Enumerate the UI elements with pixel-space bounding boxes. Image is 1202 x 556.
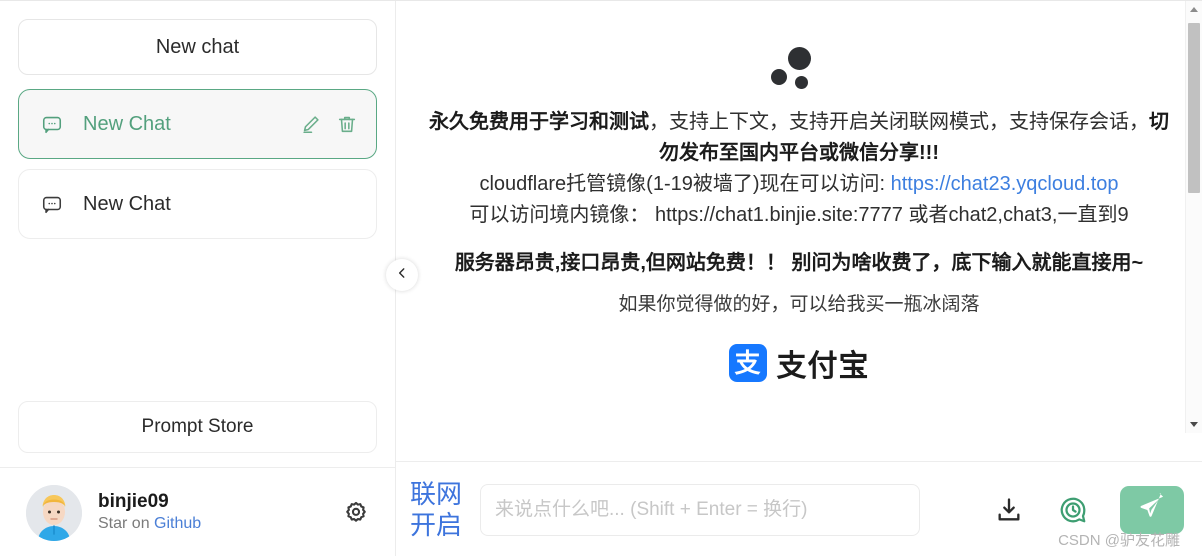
composer-actions [992,485,1184,534]
welcome-message: 永久免费用于学习和测试，支持上下文，支持开启关闭联网模式，支持保存会话，切勿发布… [429,1,1169,385]
trash-icon[interactable] [336,113,358,135]
chat-app-window: New chat New Chat New Chat Prompt Store … [0,0,1202,556]
network-toggle-line-1: 联网 [410,478,463,509]
logo-dot-medium [771,69,787,85]
alipay-row: 支 支付宝 [429,341,1169,385]
welcome-line-5: 如果你觉得做的好，可以给我买一瓶冰阔落 [618,294,980,315]
chat-list-item-active[interactable]: New Chat [18,89,377,159]
user-subtitle: Star on Github [98,514,339,535]
scroll-down-arrow-icon[interactable] [1186,416,1202,433]
alipay-label: 支付宝 [776,350,870,383]
user-bar: binjie09 Star on Github [0,467,395,556]
chat-list-item[interactable]: New Chat [18,169,377,239]
logo-dot-small [795,76,808,89]
welcome-line-1-rest: ，支持上下文，支持开启关闭联网模式，支持保存会话， [649,111,1149,133]
github-link[interactable]: Github [154,515,201,532]
new-chat-button[interactable]: New chat [18,19,377,75]
conversation-area: 永久免费用于学习和测试，支持上下文，支持开启关闭联网模式，支持保存会话，切勿发布… [396,1,1202,461]
star-on-text: Star on [98,514,155,532]
welcome-line-1: 永久免费用于学习和测试，支持上下文，支持开启关闭联网模式，支持保存会话，切勿发布… [429,107,1169,169]
watermark: CSDN @驴友花雕 [1058,532,1180,549]
download-icon[interactable] [992,493,1026,527]
chat-bubble-icon [41,193,63,215]
welcome-line-3: 可以访问境内镜像： https://chat1.binjie.site:7777… [469,204,1129,226]
welcome-line-1-bold-a: 永久免费用于学习和测试 [429,111,649,133]
prompt-store-wrapper: Prompt Store [0,401,395,467]
network-mode-toggle[interactable]: 联网 开启 [410,479,472,541]
chat-list-item-label: New Chat [83,112,171,135]
mirror-link[interactable]: https://chat23.yqcloud.top [891,173,1119,195]
scroll-up-arrow-icon[interactable] [1186,1,1202,18]
gear-icon[interactable] [339,496,373,530]
main-panel: 永久免费用于学习和测试，支持上下文，支持开启关闭联网模式，支持保存会话，切勿发布… [396,1,1202,556]
chevron-left-icon [395,266,409,285]
sidebar-top: New chat [0,1,395,75]
alipay-logo-icon: 支 [728,344,767,382]
prompt-store-button[interactable]: Prompt Store [18,401,377,453]
message-input[interactable] [480,483,920,536]
avatar[interactable] [26,484,82,541]
chat-bubble-icon [41,113,63,135]
pencil-icon[interactable] [300,113,322,135]
scroll-up-triangle [1190,7,1198,12]
mirror-text: cloudflare托管镜像(1-19被墙了)现在可以访问: [479,173,891,195]
user-meta: binjie09 Star on Github [98,490,339,535]
send-button[interactable] [1120,485,1184,534]
vertical-scrollbar[interactable] [1185,1,1202,433]
scroll-down-triangle [1190,422,1198,427]
user-name: binjie09 [98,491,169,513]
sidebar-collapse-button[interactable] [386,259,418,291]
logo-dot-large [788,47,811,70]
chat-list-item-label: New Chat [83,192,171,215]
message-input-wrapper [480,483,920,536]
welcome-line-2: cloudflare托管镜像(1-19被墙了)现在可以访问: https://c… [429,169,1169,200]
sidebar: New chat New Chat New Chat Prompt Store … [0,1,396,556]
chat-item-actions [300,113,358,135]
scrollbar-thumb[interactable] [1188,23,1200,193]
chat-list: New Chat New Chat [0,75,395,249]
brand-dots-logo [769,47,829,95]
clock-chat-icon[interactable] [1056,493,1090,527]
welcome-line-4: 服务器昂贵,接口昂贵,但网站免费！！ 别问为啥收费了，底下输入就能直接用~ [454,252,1144,274]
send-paper-plane-icon [1138,493,1166,526]
network-toggle-line-2: 开启 [410,509,463,540]
